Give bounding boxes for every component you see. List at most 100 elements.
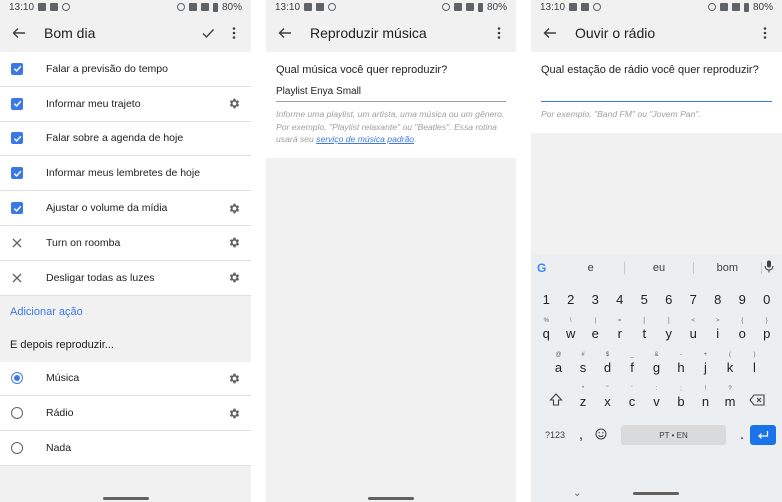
key-6[interactable]: 6 <box>657 292 682 307</box>
symbols-key[interactable]: ?123 <box>537 430 573 440</box>
key-m[interactable]: ? m <box>718 386 743 409</box>
gear-icon[interactable] <box>227 406 241 420</box>
key-e[interactable]: | e <box>583 318 608 341</box>
chevron-down-icon[interactable]: ⌄ <box>573 488 581 499</box>
key-f[interactable]: _ f <box>620 352 645 375</box>
checkbox[interactable] <box>10 166 24 180</box>
google-logo-icon[interactable]: G <box>537 261 557 275</box>
space-bar[interactable]: PT • EN <box>621 425 726 445</box>
key-s[interactable]: # s <box>571 352 596 375</box>
key-v[interactable]: :v <box>644 386 669 409</box>
key-letter: d <box>603 359 612 375</box>
more-vert-icon[interactable] <box>756 24 774 42</box>
home-pill[interactable] <box>368 497 414 500</box>
default-music-service-link[interactable]: serviço de música padrão <box>316 134 414 144</box>
alarm-icon <box>441 3 450 11</box>
key-a[interactable]: @ a <box>546 352 571 375</box>
action-row[interactable]: Turn on roomba <box>0 226 251 261</box>
period-key[interactable]: . <box>734 426 750 444</box>
key-5[interactable]: 5 <box>632 292 657 307</box>
suggestion-2[interactable]: eu <box>625 262 694 274</box>
microphone-icon[interactable] <box>762 260 776 276</box>
radio-button[interactable] <box>10 441 24 455</box>
gear-icon[interactable] <box>227 371 241 385</box>
media-option-row[interactable]: Rádio <box>0 396 251 432</box>
more-vert-icon[interactable] <box>225 24 243 42</box>
key-w[interactable]: \ w <box>559 318 584 341</box>
app-bar: Ouvir o rádio <box>531 14 782 52</box>
gear-icon[interactable] <box>227 271 241 285</box>
key-1[interactable]: 1 <box>534 292 559 307</box>
key-u[interactable]: < u <box>681 318 706 341</box>
wifi-icon <box>453 3 462 11</box>
status-time: 13:10 <box>275 1 301 13</box>
key-letter: z <box>579 393 587 409</box>
more-vert-icon[interactable] <box>490 24 508 42</box>
key-2[interactable]: 2 <box>559 292 584 307</box>
checkbox[interactable] <box>10 97 24 111</box>
back-arrow-icon[interactable] <box>10 24 28 42</box>
radio-button[interactable] <box>10 371 24 385</box>
checkbox[interactable] <box>10 62 24 76</box>
key-q[interactable]: % q <box>534 318 559 341</box>
back-arrow-icon[interactable] <box>276 24 294 42</box>
key-t[interactable]: [t <box>632 318 657 341</box>
key-4[interactable]: 4 <box>608 292 633 307</box>
key-g[interactable]: & g <box>644 352 669 375</box>
key-o[interactable]: {o <box>730 318 755 341</box>
home-pill[interactable] <box>102 497 149 500</box>
key-9[interactable]: 9 <box>730 292 755 307</box>
action-row[interactable]: Falar sobre a agenda de hoje <box>0 122 251 157</box>
add-action-link[interactable]: Adicionar ação <box>0 295 251 328</box>
key-0[interactable]: 0 <box>755 292 780 307</box>
key-d[interactable]: $ d <box>595 352 620 375</box>
action-row[interactable]: Ajustar o volume da mídia <box>0 191 251 226</box>
key-h[interactable]: -h <box>669 352 694 375</box>
radio-button[interactable] <box>10 406 24 420</box>
home-pill[interactable] <box>632 491 679 495</box>
action-row[interactable]: Desligar todas as luzes <box>0 261 251 296</box>
enter-key-icon[interactable] <box>750 425 776 445</box>
key-c[interactable]: ' c <box>620 386 645 409</box>
key-7[interactable]: 7 <box>681 292 706 307</box>
suggestion-3[interactable]: bom <box>694 262 762 274</box>
checkbox[interactable] <box>10 131 24 145</box>
key-j[interactable]: + j <box>693 352 718 375</box>
checkmark-icon[interactable] <box>199 24 217 42</box>
action-row[interactable]: Informar meus lembretes de hoje <box>0 156 251 192</box>
music-input[interactable]: Playlist Enya Small <box>276 86 506 102</box>
emoji-icon[interactable] <box>589 428 613 443</box>
remove-icon[interactable] <box>10 236 24 250</box>
app-bar: Reproduzir música <box>266 14 516 52</box>
shift-key-icon[interactable] <box>541 393 571 409</box>
checkbox[interactable] <box>10 201 24 215</box>
key-8[interactable]: 8 <box>706 292 731 307</box>
comma-key[interactable]: , <box>573 426 589 444</box>
backspace-key-icon[interactable] <box>742 393 772 409</box>
gear-icon[interactable] <box>227 97 241 111</box>
media-option-row[interactable]: Música <box>0 362 251 397</box>
wifi-icon <box>719 3 728 11</box>
key-b[interactable]: ; b <box>669 386 694 409</box>
key-l[interactable]: ) l <box>742 352 767 375</box>
key-i[interactable]: > i <box>706 318 731 341</box>
screen-listen-radio: 13:10 80% Ouvir o rádio Qual estação de … <box>531 0 782 502</box>
back-arrow-icon[interactable] <box>541 24 559 42</box>
key-r[interactable]: = r <box>608 318 633 341</box>
gear-icon[interactable] <box>227 236 241 250</box>
key-k[interactable]: (k <box>718 352 743 375</box>
key-z[interactable]: * z <box>571 386 596 409</box>
action-row[interactable]: Informar meu trajeto <box>0 87 251 122</box>
key-3[interactable]: 3 <box>583 292 608 307</box>
remove-icon[interactable] <box>10 271 24 285</box>
gear-icon[interactable] <box>227 201 241 215</box>
action-row[interactable]: Falar a previsão do tempo <box>0 52 251 87</box>
media-option-row[interactable]: Nada <box>0 431 251 466</box>
suggestion-1[interactable]: e <box>557 262 626 274</box>
key-n[interactable]: ! n <box>693 386 718 409</box>
key-x[interactable]: " x <box>595 386 620 409</box>
key-y[interactable]: ] y <box>657 318 682 341</box>
key-p[interactable]: } p <box>755 318 780 341</box>
key-letter: w <box>566 325 576 341</box>
radio-input[interactable] <box>541 88 772 102</box>
